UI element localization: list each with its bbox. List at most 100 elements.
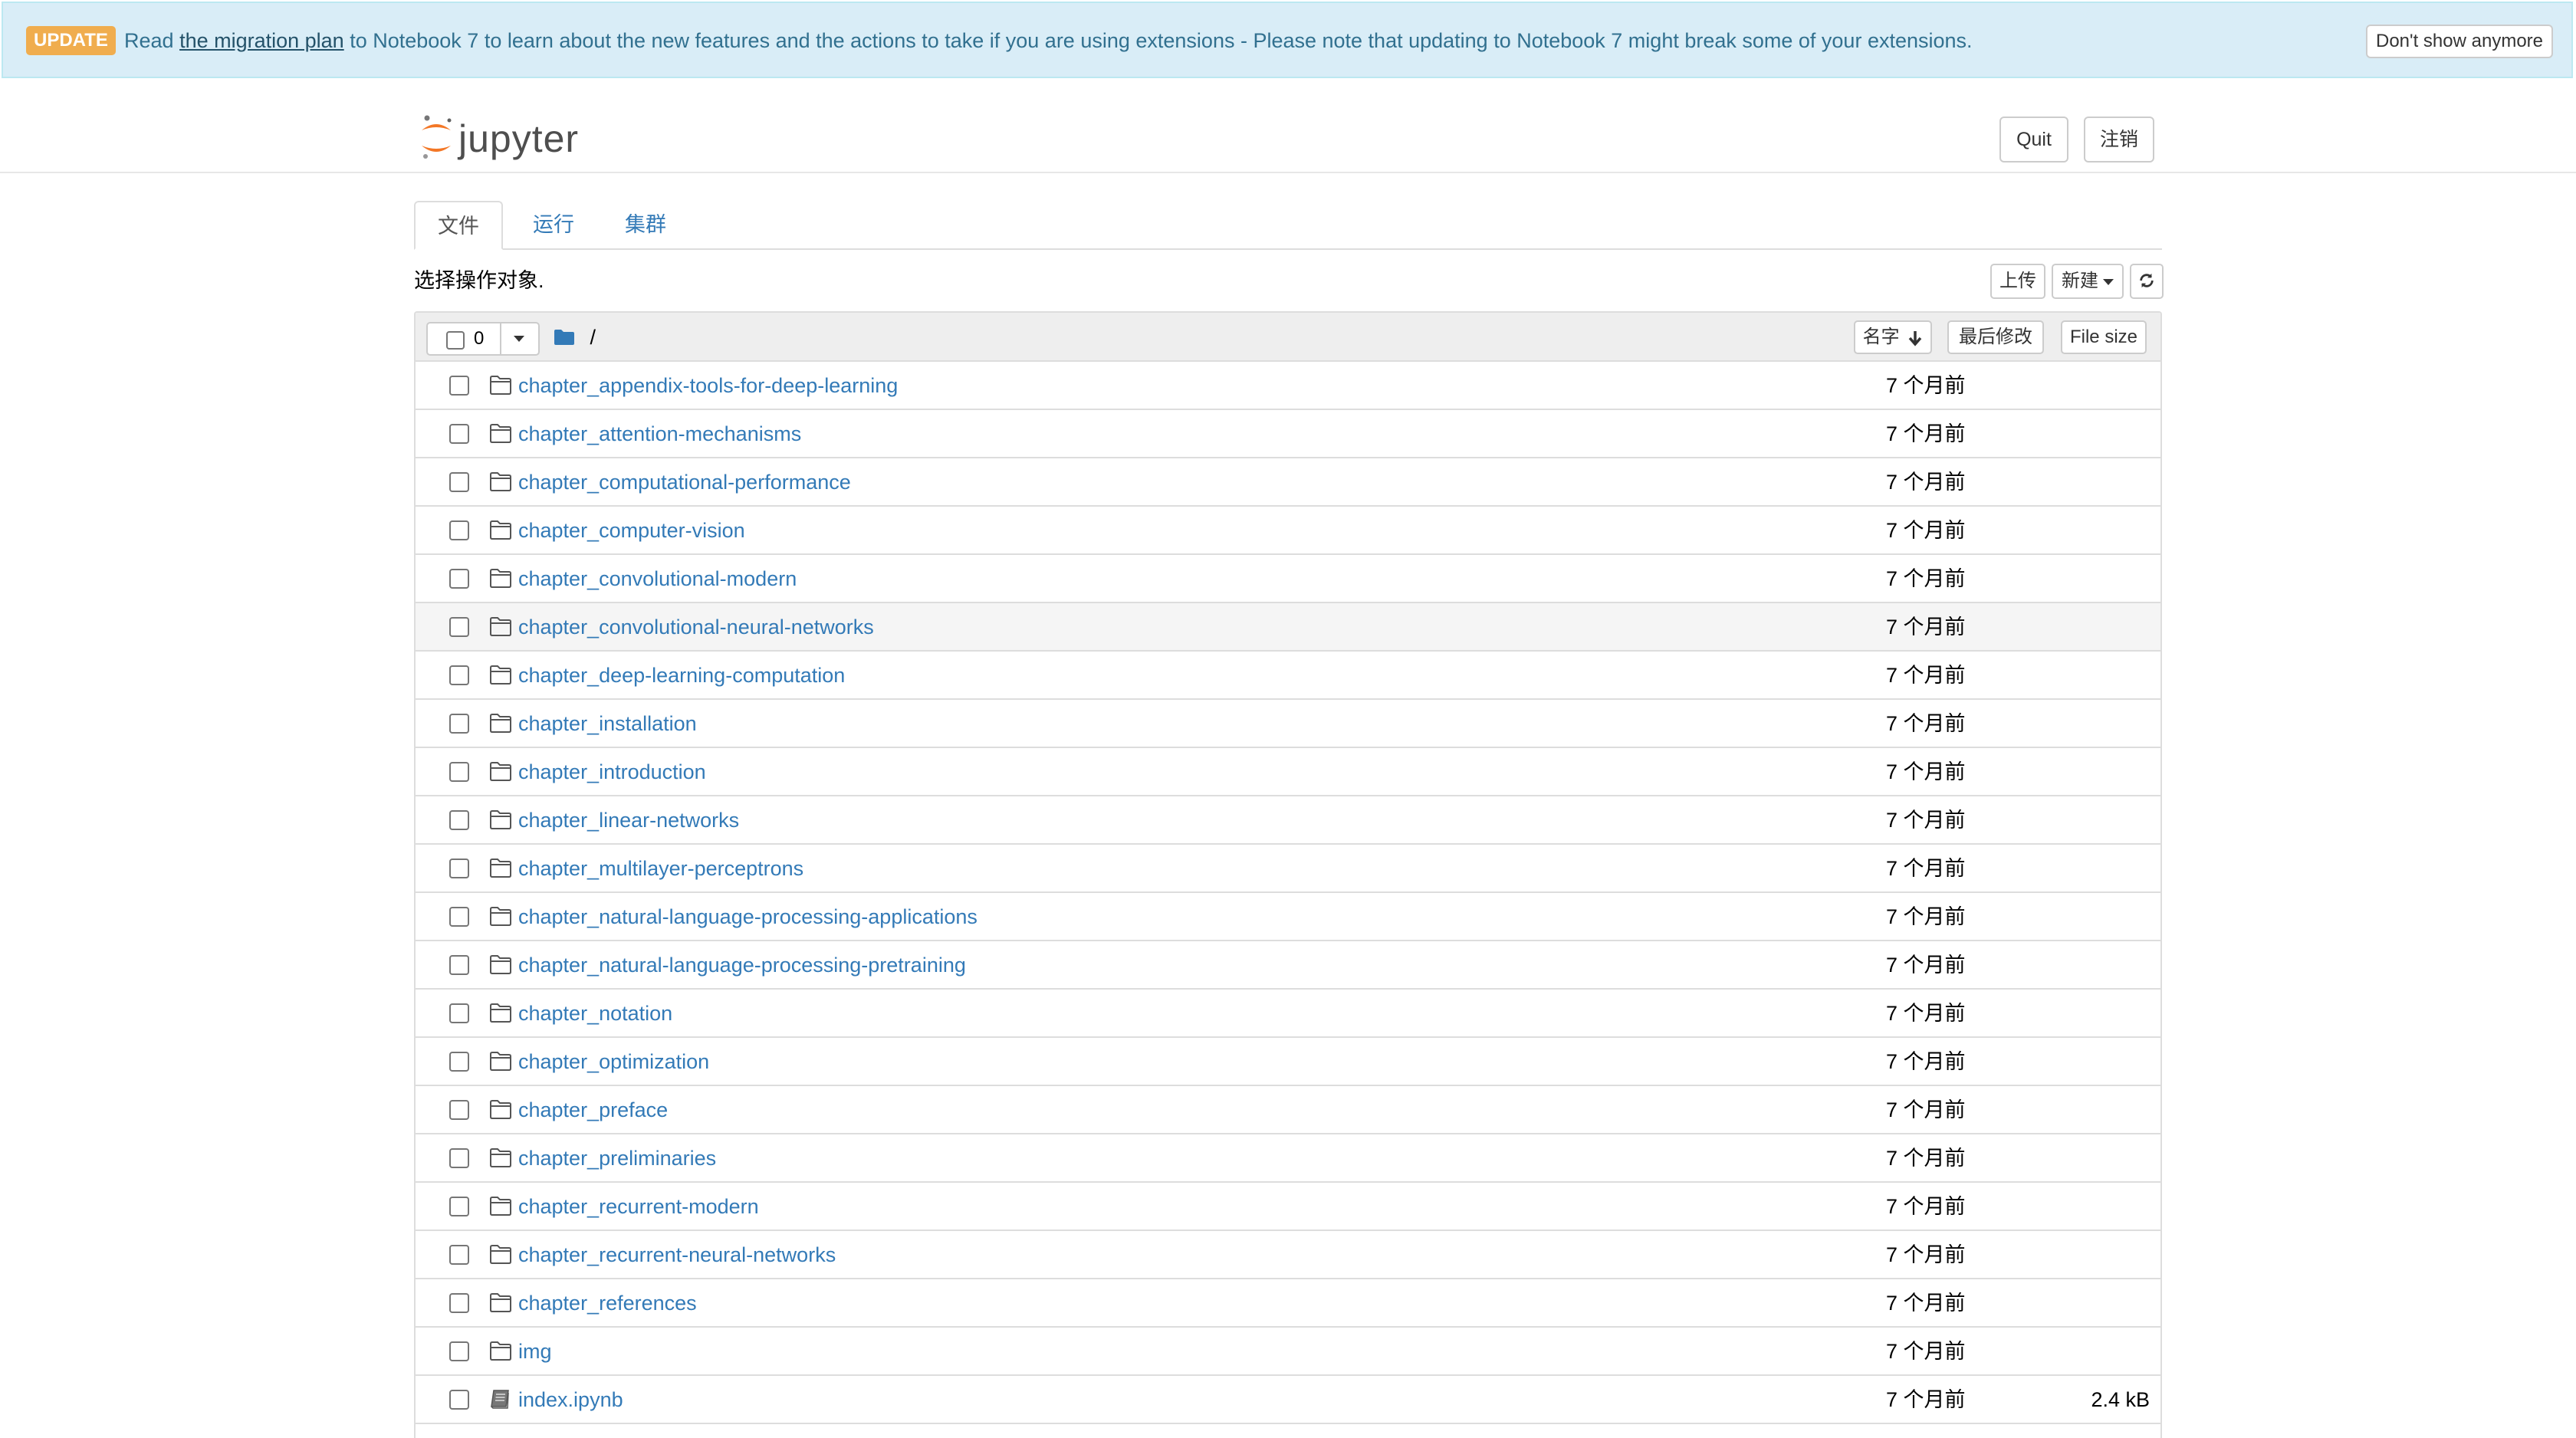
item-checkbox[interactable] (449, 424, 469, 444)
sort-by-size-button[interactable]: File size (2061, 320, 2147, 354)
item-name-link[interactable]: chapter_preface (518, 1086, 668, 1134)
migration-plan-link[interactable]: the migration plan (179, 29, 344, 52)
item-name-link[interactable]: img (518, 1328, 552, 1375)
select-menu-toggle[interactable] (500, 323, 540, 354)
item-checkbox[interactable] (449, 569, 469, 589)
breadcrumb[interactable]: / (554, 320, 596, 351)
item-checkbox[interactable] (449, 714, 469, 734)
item-name-link[interactable]: chapter_deep-learning-computation (518, 652, 845, 699)
sort-by-modified-button[interactable]: 最后修改 (1947, 320, 2044, 354)
item-checkbox[interactable] (449, 1293, 469, 1313)
item-name-link[interactable]: chapter_linear-networks (518, 796, 739, 844)
list-item[interactable]: chapter_multilayer-perceptrons 7 个月前 (416, 845, 2160, 893)
item-name-link[interactable]: chapter_recurrent-neural-networks (518, 1231, 836, 1279)
folder-icon (489, 809, 512, 830)
item-checkbox[interactable] (449, 1245, 469, 1265)
item-name-link[interactable]: index.ipynb (518, 1376, 623, 1423)
item-checkbox[interactable] (449, 810, 469, 830)
item-name-link[interactable]: chapter_references (518, 1279, 697, 1327)
item-modified: 7 个月前 (1886, 1098, 1966, 1121)
folder-icon (489, 664, 512, 685)
item-name-link[interactable]: chapter_natural-language-processing-appl… (518, 893, 978, 941)
list-item[interactable]: chapter_installation 7 个月前 (416, 700, 2160, 748)
list-item[interactable]: chapter_natural-language-processing-appl… (416, 893, 2160, 941)
breadcrumb-root[interactable]: / (590, 326, 596, 349)
tab-bar: 文件 运行 集群 (414, 201, 2162, 250)
list-item[interactable]: chapter_linear-networks 7 个月前 (416, 796, 2160, 845)
item-name-link[interactable]: chapter_preliminaries (518, 1134, 716, 1182)
folder-icon (489, 1292, 512, 1313)
list-item[interactable]: index.ipynb 7 个月前 2.4 kB (416, 1376, 2160, 1424)
item-name-link[interactable]: chapter_installation (518, 700, 697, 747)
item-name-link[interactable]: chapter_multilayer-perceptrons (518, 845, 803, 892)
list-item[interactable]: chapter_preface 7 个月前 (416, 1086, 2160, 1134)
item-name-link[interactable]: chapter_computational-performance (518, 458, 851, 506)
refresh-button[interactable] (2130, 264, 2164, 299)
item-checkbox[interactable] (449, 617, 469, 637)
list-item[interactable]: chapter_notation 7 个月前 (416, 990, 2160, 1038)
item-checkbox[interactable] (449, 762, 469, 782)
item-name-link[interactable]: chapter_convolutional-neural-networks (518, 603, 874, 651)
item-checkbox[interactable] (449, 472, 469, 492)
selected-count: 0 (474, 328, 485, 349)
list-item[interactable]: chapter_optimization 7 个月前 (416, 1038, 2160, 1086)
new-dropdown-button[interactable]: 新建 (2052, 264, 2124, 299)
upload-button[interactable]: 上传 (1990, 264, 2045, 299)
item-checkbox[interactable] (449, 665, 469, 685)
item-checkbox[interactable] (449, 1341, 469, 1361)
item-name-link[interactable]: chapter_attention-mechanisms (518, 410, 801, 458)
item-name-link[interactable]: chapter_recurrent-modern (518, 1183, 759, 1230)
quit-button[interactable]: Quit (1999, 117, 2068, 163)
item-checkbox[interactable] (449, 1100, 469, 1120)
item-name-link[interactable]: chapter_notation (518, 990, 672, 1037)
logout-button[interactable]: 注销 (2084, 117, 2154, 163)
item-modified: 7 个月前 (1886, 1388, 1966, 1411)
tab-clusters[interactable]: 集群 (601, 201, 690, 248)
item-name-link[interactable]: chapter_appendix-tools-for-deep-learning (518, 362, 898, 409)
item-checkbox[interactable] (449, 1052, 469, 1072)
item-checkbox[interactable] (449, 907, 469, 927)
list-item[interactable]: chapter_recurrent-modern 7 个月前 (416, 1183, 2160, 1231)
arrow-down-icon (1909, 330, 1922, 346)
list-item[interactable]: chapter_deep-learning-computation 7 个月前 (416, 652, 2160, 700)
item-checkbox[interactable] (449, 859, 469, 878)
list-item[interactable]: chapter_introduction 7 个月前 (416, 748, 2160, 796)
item-modified: 7 个月前 (1886, 760, 1966, 783)
item-checkbox[interactable] (449, 1003, 469, 1023)
item-name-link[interactable]: chapter_computer-vision (518, 507, 745, 554)
jupyter-logo-icon (422, 115, 452, 159)
dont-show-anymore-button[interactable]: Don't show anymore (2366, 25, 2553, 58)
item-name-link[interactable]: chapter_optimization (518, 1038, 709, 1085)
item-checkbox[interactable] (449, 520, 469, 540)
item-checkbox[interactable] (449, 955, 469, 975)
select-all-dropdown[interactable]: 0 (426, 322, 540, 356)
folder-icon (489, 1002, 512, 1023)
list-item[interactable]: chapter_recurrent-neural-networks 7 个月前 (416, 1231, 2160, 1279)
list-item[interactable]: chapter_computational-performance 7 个月前 (416, 458, 2160, 507)
select-all-checkbox[interactable] (446, 331, 465, 350)
item-modified: 7 个月前 (1886, 1292, 1966, 1315)
item-name-link[interactable]: chapter_convolutional-modern (518, 555, 797, 602)
list-item[interactable]: chapter_references 7 个月前 (416, 1279, 2160, 1328)
item-name-link[interactable]: chapter_introduction (518, 748, 706, 796)
sort-by-name-button[interactable]: 名字 (1854, 320, 1932, 354)
list-item[interactable]: chapter_preliminaries 7 个月前 (416, 1134, 2160, 1183)
item-name-link[interactable]: chapter_natural-language-processing-pret… (518, 941, 966, 989)
list-item[interactable]: chapter_convolutional-modern 7 个月前 (416, 555, 2160, 603)
folder-icon (489, 905, 512, 927)
list-item[interactable]: chapter_computer-vision 7 个月前 (416, 507, 2160, 555)
list-item[interactable]: chapter_appendix-tools-for-deep-learning… (416, 362, 2160, 410)
jupyter-logo[interactable]: jupyter (419, 113, 595, 166)
item-checkbox[interactable] (449, 376, 469, 396)
item-checkbox[interactable] (449, 1197, 469, 1216)
tab-files[interactable]: 文件 (414, 201, 503, 250)
list-item[interactable]: chapter_natural-language-processing-pret… (416, 941, 2160, 990)
list-item[interactable]: img 7 个月前 (416, 1328, 2160, 1376)
item-checkbox[interactable] (449, 1148, 469, 1168)
list-item[interactable]: chapter_convolutional-neural-networks 7 个… (416, 603, 2160, 652)
item-checkbox[interactable] (449, 1390, 469, 1410)
tab-running[interactable]: 运行 (509, 201, 598, 248)
select-hint-text: 选择操作对象. (414, 269, 544, 292)
folder-icon (489, 422, 512, 444)
list-item[interactable]: chapter_attention-mechanisms 7 个月前 (416, 410, 2160, 458)
